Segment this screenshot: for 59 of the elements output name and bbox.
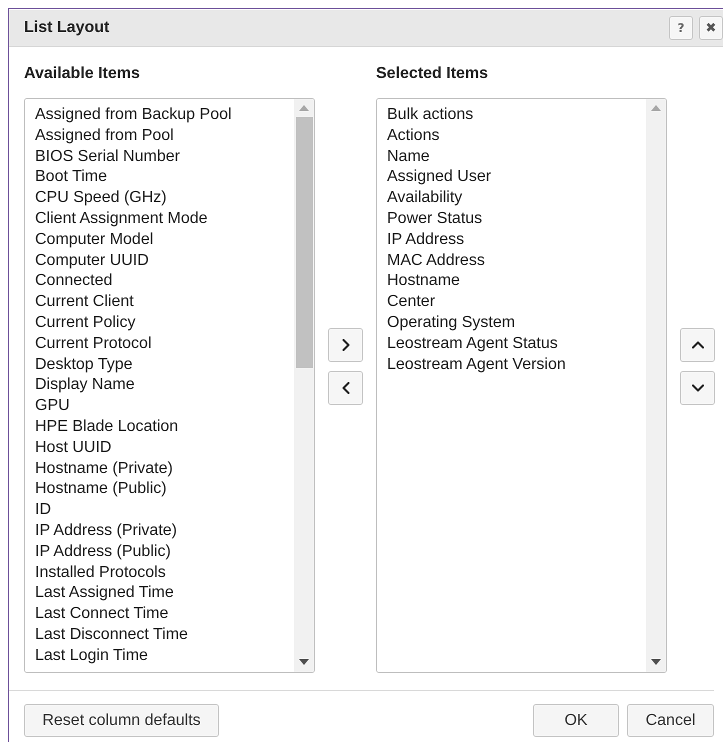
move-down-button[interactable] (680, 371, 715, 405)
list-item[interactable]: CPU Speed (GHz) (35, 188, 294, 209)
list-item[interactable]: Power Status (387, 208, 646, 230)
list-item[interactable]: IP Address (Private) (35, 520, 294, 542)
list-item[interactable]: Assigned from Pool (35, 126, 294, 147)
list-item[interactable]: Leostream Agent Version (387, 354, 646, 376)
list-item[interactable]: Current Client (35, 292, 294, 313)
list-item[interactable]: BIOS Serial Number (35, 146, 294, 168)
list-item[interactable]: ID (35, 500, 294, 521)
list-item[interactable]: Assigned User (387, 167, 646, 188)
list-item[interactable]: Assigned from Backup Pool (35, 105, 294, 126)
list-item[interactable]: Center (387, 292, 646, 313)
list-item[interactable]: IP Address (Public) (35, 542, 294, 563)
help-button[interactable]: ? (669, 16, 693, 40)
scrollbar[interactable] (646, 99, 666, 672)
list-item[interactable]: Computer Model (35, 230, 294, 251)
list-item[interactable]: Bulk actions (387, 105, 646, 126)
list-item[interactable]: Actions (387, 126, 646, 147)
ok-button[interactable]: OK (533, 704, 619, 737)
list-item[interactable]: Name (387, 146, 646, 168)
list-box[interactable] (24, 98, 315, 673)
list-box[interactable]: Bulk actions Actions Name Assigned User Availability Power Status IP Address MAC Address Hostname Center Operating System Leostream Agent Status Leostream Agent Version (376, 98, 667, 673)
list-item[interactable]: MAC Address (387, 250, 646, 272)
scroll-down-icon[interactable] (299, 659, 309, 665)
move-left-button[interactable] (328, 371, 363, 405)
list-item[interactable]: HPE Blade Location (35, 416, 294, 438)
list-item[interactable]: Leostream Agent Status (387, 334, 646, 355)
list-item[interactable]: Last Connect Time (35, 604, 294, 625)
cancel-button[interactable]: Cancel (627, 704, 714, 737)
list-item[interactable]: Hostname (Private) (35, 458, 294, 480)
list-item[interactable]: Hostname (Public) (35, 479, 294, 500)
close-button[interactable]: ✖ (699, 16, 723, 40)
move-up-button[interactable] (680, 328, 715, 362)
list-item[interactable]: Availability (387, 188, 646, 209)
list-item[interactable]: Current Protocol (35, 334, 294, 355)
list-heading: Selected Items (376, 64, 490, 84)
list-item[interactable]: Last Login Time (35, 646, 294, 667)
scrollbar-thumb[interactable] (296, 117, 312, 368)
list-item[interactable]: GPU (35, 396, 294, 417)
scrollbar[interactable] (294, 99, 314, 672)
window-title: List Layout (24, 19, 110, 37)
list-item[interactable]: Boot Time (35, 167, 294, 188)
list-item[interactable]: Installed Protocols (35, 562, 294, 584)
list-item[interactable]: Connected (35, 271, 294, 292)
list-item[interactable]: Display Name (35, 375, 294, 396)
list-item[interactable]: Operating System (387, 312, 646, 334)
list-item[interactable]: Last Assigned Time (35, 583, 294, 604)
list-heading: Available Items (24, 64, 141, 84)
list-item[interactable]: Current Policy (35, 312, 294, 334)
scroll-down-icon[interactable] (651, 659, 661, 665)
list-item[interactable]: Client Assignment Mode (35, 208, 294, 230)
list-item[interactable]: IP Address (387, 230, 646, 251)
list-item[interactable]: Host UUID (35, 438, 294, 459)
list-item[interactable]: Desktop Type (35, 354, 294, 376)
move-right-button[interactable] (328, 328, 363, 362)
list-item[interactable]: Hostname (387, 271, 646, 292)
list-item[interactable]: Last Disconnect Time (35, 624, 294, 646)
reset-button[interactable]: Reset column defaults (24, 704, 219, 737)
list-item[interactable]: Computer UUID (35, 250, 294, 272)
